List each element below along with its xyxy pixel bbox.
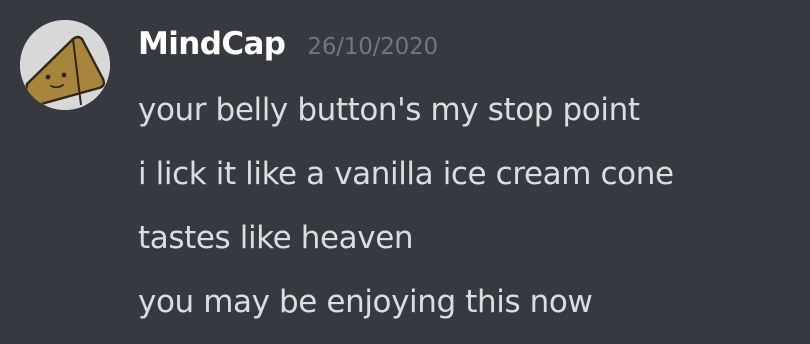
username[interactable]: MindCap xyxy=(138,26,286,62)
user-avatar[interactable] xyxy=(20,20,110,110)
message-line: you may be enjoying this now xyxy=(138,284,593,320)
triangle-face-avatar-icon xyxy=(20,20,110,110)
message-header: MindCap 26/10/2020 xyxy=(138,26,438,72)
message-line: i lick it like a vanilla ice cream cone xyxy=(138,156,674,192)
message-line: tastes like heaven xyxy=(138,220,414,256)
message-content: your belly button's my stop point i lick… xyxy=(138,84,798,340)
timestamp: 26/10/2020 xyxy=(307,34,438,60)
message-line: your belly button's my stop point xyxy=(138,92,640,128)
chat-message: MindCap 26/10/2020 your belly button's m… xyxy=(0,0,810,344)
